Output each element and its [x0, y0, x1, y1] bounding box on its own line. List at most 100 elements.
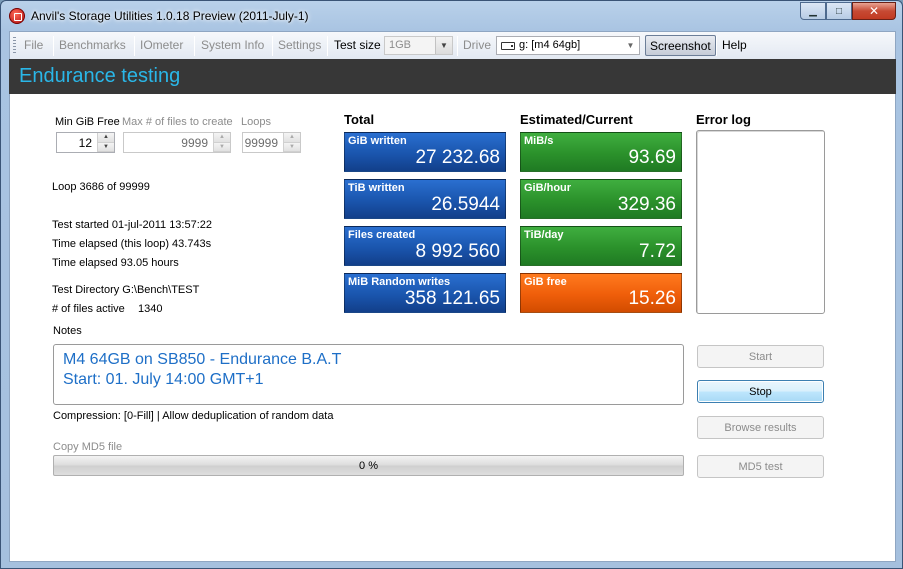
tile-value: 26.5944	[431, 194, 500, 215]
menu-iometer[interactable]: IOmeter	[140, 38, 183, 52]
test-started: Test started 01-jul-2011 13:57:22	[52, 219, 213, 231]
maximize-button[interactable]: □	[826, 2, 852, 20]
spin-up-icon[interactable]: ▲	[98, 133, 114, 143]
menu-file[interactable]: File	[24, 38, 43, 52]
chevron-down-icon[interactable]: ▼	[435, 37, 452, 54]
tile-mib-random-writes: MiB Random writes 358 121.65	[344, 273, 506, 313]
tile-mib-per-second: MiB/s 93.69	[520, 132, 682, 172]
menu-bar: File Benchmarks IOmeter System Info Sett…	[9, 31, 896, 59]
main-panel: Min GiB Free Max # of files to create Lo…	[9, 94, 896, 562]
close-icon: ✕	[868, 4, 880, 18]
min-gib-free-value: 12	[78, 136, 92, 150]
menu-separator	[457, 36, 458, 56]
caption-buttons: ▁ □ ✕	[800, 2, 896, 20]
stepper-buttons: ▲ ▼	[213, 133, 230, 152]
app-window: Anvil's Storage Utilities 1.0.18 Preview…	[0, 0, 903, 569]
max-files-stepper[interactable]: 9999 ▲ ▼	[123, 132, 231, 153]
tile-label: MiB Random writes	[348, 276, 451, 288]
notes-textarea[interactable]: M4 64GB on SB850 - Endurance B.A.T Start…	[53, 344, 684, 405]
tile-value: 8 992 560	[415, 241, 500, 262]
tile-label: MiB/s	[524, 135, 554, 147]
tile-gib-free: GiB free 15.26	[520, 273, 682, 313]
maximize-icon: □	[835, 5, 843, 17]
menu-settings[interactable]: Settings	[278, 38, 321, 52]
spin-down-icon[interactable]: ▼	[214, 142, 230, 152]
minimize-button[interactable]: ▁	[800, 2, 826, 20]
progress-text: 0 %	[359, 460, 378, 472]
max-files-label: Max # of files to create	[122, 116, 233, 128]
page-header: Endurance testing	[9, 59, 896, 94]
loop-status: Loop 3686 of 99999	[52, 181, 150, 193]
compression-info: Compression: [0-Fill] | Allow deduplicat…	[53, 410, 334, 422]
drive-value: g: [m4 64gb]	[519, 39, 581, 51]
error-log-heading: Error log	[696, 112, 751, 127]
files-active-label: # of files active	[52, 303, 125, 315]
menu-help[interactable]: Help	[722, 38, 747, 52]
notes-line-1: M4 64GB on SB850 - Endurance B.A.T	[63, 351, 342, 368]
estimated-heading: Estimated/Current	[520, 112, 633, 127]
time-elapsed-total: Time elapsed 93.05 hours	[52, 257, 179, 269]
tile-gib-per-hour: GiB/hour 329.36	[520, 179, 682, 219]
loops-label: Loops	[241, 116, 271, 128]
total-heading: Total	[344, 112, 375, 127]
page-title: Endurance testing	[19, 65, 181, 87]
tile-label: Files created	[348, 229, 416, 241]
browse-results-button[interactable]: Browse results	[697, 416, 824, 439]
drive-select[interactable]: g: [m4 64gb] ▼	[496, 36, 640, 55]
title-bar[interactable]: Anvil's Storage Utilities 1.0.18 Preview…	[1, 1, 902, 31]
spin-down-icon[interactable]: ▼	[98, 142, 114, 152]
time-elapsed-loop: Time elapsed (this loop) 43.743s	[52, 238, 212, 250]
tile-value: 27 232.68	[415, 147, 500, 168]
md5-test-button[interactable]: MD5 test	[697, 455, 824, 478]
menu-system-info[interactable]: System Info	[201, 38, 264, 52]
tile-value: 93.69	[628, 147, 676, 168]
min-gib-free-stepper[interactable]: 12 ▲ ▼	[56, 132, 115, 153]
tile-label: TiB written	[348, 182, 405, 194]
stop-button[interactable]: Stop	[697, 380, 824, 403]
copy-md5-label: Copy MD5 file	[53, 441, 123, 453]
tile-label: GiB/hour	[524, 182, 572, 194]
tile-gib-written: GiB written 27 232.68	[344, 132, 506, 172]
notes-line-2: Start: 01. July 14:00 GMT+1	[63, 371, 264, 388]
close-button[interactable]: ✕	[852, 2, 896, 20]
tile-value: 7.72	[639, 241, 676, 262]
spin-up-icon[interactable]: ▲	[284, 133, 300, 143]
menu-separator	[134, 36, 135, 56]
spin-down-icon[interactable]: ▼	[284, 142, 300, 152]
chevron-down-icon[interactable]: ▼	[622, 37, 639, 54]
tile-tib-per-day: TiB/day 7.72	[520, 226, 682, 266]
loops-stepper[interactable]: 99999 ▲ ▼	[242, 132, 301, 153]
min-gib-free-label: Min GiB Free	[55, 116, 120, 128]
toolbar-grip-icon[interactable]	[13, 37, 16, 55]
tile-value: 358 121.65	[404, 288, 500, 309]
files-active-value: 1340	[138, 303, 163, 315]
loops-value: 99999	[244, 136, 278, 150]
tile-value: 329.36	[617, 194, 676, 215]
tile-value: 15.26	[628, 288, 676, 309]
menu-separator	[272, 36, 273, 56]
app-logo-icon[interactable]	[9, 8, 25, 24]
tile-label: GiB free	[524, 276, 567, 288]
md5-progress-bar: 0 %	[53, 455, 684, 476]
menu-separator	[716, 36, 717, 56]
drive-icon	[501, 42, 515, 50]
menu-separator	[327, 36, 328, 56]
test-size-select[interactable]: 1GB ▼	[384, 36, 453, 55]
max-files-value: 9999	[181, 136, 208, 150]
error-log-box[interactable]	[696, 130, 825, 314]
menu-separator	[194, 36, 195, 56]
minimize-icon: ▁	[809, 5, 817, 17]
notes-label: Notes	[53, 325, 82, 337]
spin-up-icon[interactable]: ▲	[214, 133, 230, 143]
tile-tib-written: TiB written 26.5944	[344, 179, 506, 219]
test-directory: Test Directory G:\Bench\TEST	[52, 284, 200, 296]
tile-label: TiB/day	[524, 229, 564, 241]
window-title: Anvil's Storage Utilities 1.0.18 Preview…	[31, 9, 309, 23]
tile-label: GiB written	[348, 135, 407, 147]
screenshot-button[interactable]: Screenshot	[645, 35, 716, 56]
test-size-label: Test size	[334, 38, 381, 52]
drive-label: Drive	[463, 38, 492, 52]
stepper-buttons: ▲ ▼	[97, 133, 114, 152]
start-button[interactable]: Start	[697, 345, 824, 368]
menu-benchmarks[interactable]: Benchmarks	[59, 38, 126, 52]
